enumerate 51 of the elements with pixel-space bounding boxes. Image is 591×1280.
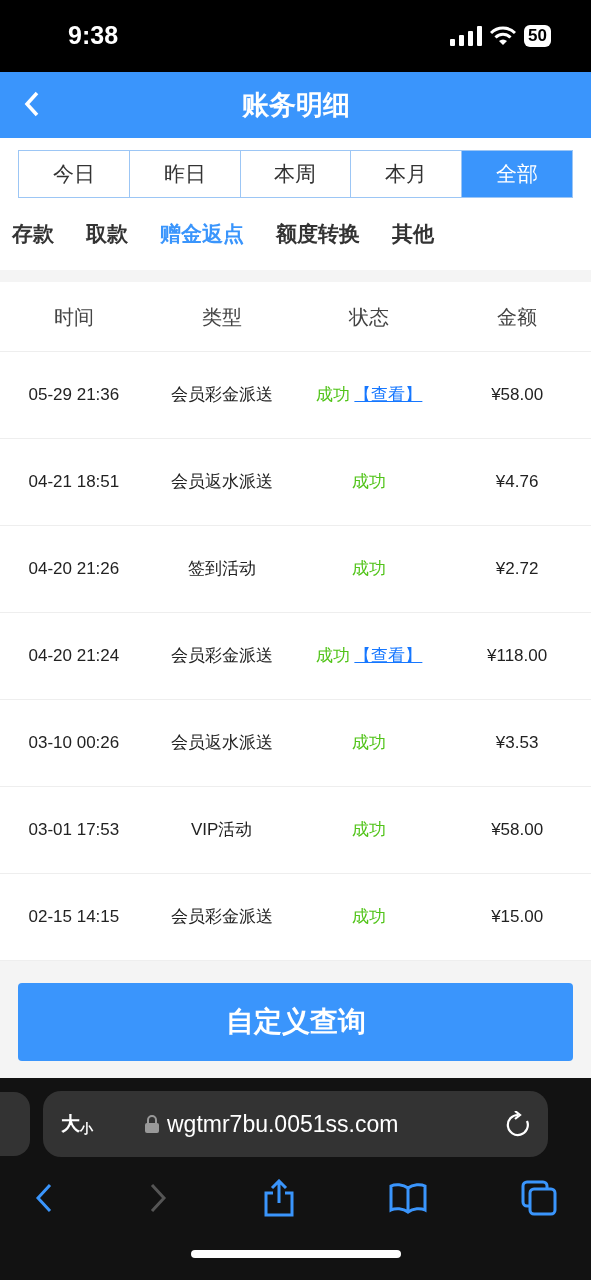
time-cell-text: 04-21 18:51 <box>27 471 121 494</box>
category-tab[interactable]: 额度转换 <box>276 218 360 250</box>
column-header: 状态 <box>348 304 391 330</box>
category-tab[interactable]: 存款 <box>12 218 54 250</box>
back-icon[interactable] <box>34 1182 54 1214</box>
signal-icon <box>450 26 483 46</box>
wifi-icon <box>490 26 517 46</box>
time-cell-text: 03-01 17:53 <box>27 819 121 842</box>
share-icon[interactable] <box>262 1179 295 1217</box>
type-cell-text: 会员彩金派送 <box>169 645 274 668</box>
battery-level: 50 <box>524 25 551 47</box>
amount-cell-text: ¥3.53 <box>494 732 540 755</box>
book-icon[interactable] <box>388 1182 427 1214</box>
type-cell-text: 会员彩金派送 <box>169 906 274 929</box>
amount-cell-text: ¥15.00 <box>490 906 545 929</box>
forward-icon[interactable] <box>148 1182 169 1214</box>
type-cell-text: 签到活动 <box>186 558 257 581</box>
type-cell-text: VIP活动 <box>189 819 254 842</box>
amount-cell-text: ¥4.76 <box>494 471 540 494</box>
type-cell-text: 会员返水派送 <box>169 732 274 755</box>
status-text: 成功 <box>352 558 387 581</box>
tabs-icon[interactable] <box>521 1180 557 1216</box>
status-text: 成功 <box>352 906 387 929</box>
amount-cell-text: ¥58.00 <box>490 384 545 407</box>
category-tab[interactable]: 其他 <box>392 218 434 250</box>
column-header: 类型 <box>200 304 243 330</box>
column-header: 金额 <box>496 304 539 330</box>
time-cell-text: 05-29 21:36 <box>27 384 121 407</box>
time-cell-text: 03-10 00:26 <box>27 732 121 755</box>
status-text: 成功 <box>352 471 387 494</box>
view-link[interactable]: 【查看】 <box>354 643 423 669</box>
view-link[interactable]: 【查看】 <box>354 382 423 408</box>
category-tab[interactable]: 取款 <box>86 218 128 250</box>
reload-icon[interactable] <box>506 1111 530 1137</box>
page-title: 账务明细 <box>241 88 350 122</box>
status-text: 成功 <box>352 732 387 755</box>
column-header: 时间 <box>52 304 95 330</box>
time-cell-text: 04-20 21:24 <box>27 645 121 668</box>
clock-time: 9:38 <box>68 20 119 52</box>
status-text: 成功 <box>352 819 387 842</box>
time-cell-text: 04-20 21:26 <box>27 558 121 581</box>
lock-icon <box>145 1115 159 1133</box>
time-cell-text: 02-15 14:15 <box>27 906 121 929</box>
type-cell-text: 会员彩金派送 <box>169 384 274 407</box>
status-text: 成功 <box>316 384 351 407</box>
amount-cell-text: ¥2.72 <box>494 558 540 581</box>
status-text: 成功 <box>316 645 351 668</box>
url-text: wgtmr7bu.0051ss.com <box>167 1109 399 1139</box>
type-cell-text: 会员返水派送 <box>169 471 274 494</box>
amount-cell-text: ¥118.00 <box>486 645 549 668</box>
amount-cell-text: ¥58.00 <box>490 819 545 842</box>
